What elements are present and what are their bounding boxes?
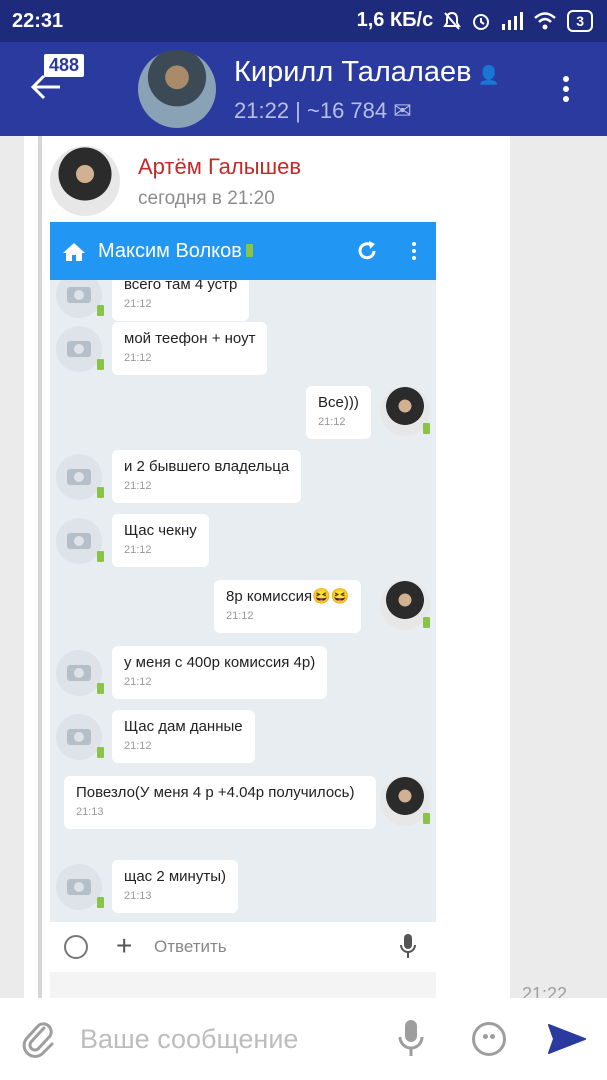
user-avatar <box>380 386 430 436</box>
screenshot-header: Максим Волков <box>50 222 436 280</box>
message-bubble: щас 2 минуты) 21:13 <box>112 860 238 913</box>
alarm-icon <box>473 13 490 30</box>
microphone-icon[interactable] <box>398 1020 424 1058</box>
mute-icon <box>443 11 462 30</box>
screenshot-menu-icon <box>412 242 416 263</box>
sender-time: сегодня в 21:20 <box>138 188 275 209</box>
message-bubble: и 2 бывшего владельца 21:12 <box>112 450 302 503</box>
microphone-icon <box>400 934 416 958</box>
send-icon[interactable] <box>548 1024 586 1054</box>
message-bubble: всего там 4 устр 21:12 <box>112 280 250 321</box>
message-composer: Ваше сообщение <box>0 998 607 1080</box>
screenshot-message-list: всего там 4 устр 21:12 мой теефон + ноут 2… <box>50 280 436 922</box>
camera-avatar-icon <box>56 650 104 696</box>
wifi-icon <box>534 11 557 29</box>
user-avatar <box>380 776 430 826</box>
camera-avatar-icon <box>56 518 104 564</box>
sender-name[interactable]: Артём Галышев <box>138 154 301 180</box>
message-bubble: Щас дам данные 21:12 <box>112 710 255 763</box>
camera-avatar-icon <box>56 326 104 372</box>
message-bubble: у меня с 400р комиссия 4р) 21:12 <box>112 646 328 699</box>
screenshot-nav-bar <box>50 972 436 998</box>
status-bar: 22:31 1,6 КБ/с 3 <box>0 0 607 42</box>
network-speed: 1,6 КБ/с <box>356 9 434 31</box>
sender-avatar[interactable] <box>50 146 120 216</box>
emoji-icon <box>64 935 88 959</box>
camera-avatar-icon <box>56 280 104 318</box>
camera-avatar-icon <box>56 454 104 500</box>
signal-icon <box>502 11 524 30</box>
message-bubble-own: Повезло(У меня 4 р +4.04р получилось) 21:… <box>64 776 376 829</box>
camera-avatar-icon <box>56 714 104 760</box>
overflow-menu-icon[interactable] <box>563 76 569 106</box>
contact-avatar[interactable] <box>138 50 216 128</box>
message-bubble-own: Все))) 21:12 <box>306 386 371 439</box>
message-input[interactable]: Ваше сообщение <box>80 1024 298 1055</box>
screenshot-reply-placeholder: Ответить <box>154 937 227 956</box>
battery-indicator: 3 <box>567 9 593 32</box>
user-avatar <box>380 580 430 630</box>
chat-title[interactable]: Кирилл Талалаев 👤 <box>234 56 500 89</box>
home-icon <box>63 243 85 261</box>
status-time: 22:31 <box>12 10 64 32</box>
message-bubble-own: 8р комиссия😆😆 21:12 <box>214 580 362 633</box>
person-icon: 👤 <box>477 65 500 85</box>
emoji-icon[interactable] <box>472 1022 506 1056</box>
screenshot-reply-bar: + Ответить <box>50 922 436 972</box>
forward-line <box>38 136 42 998</box>
message-bubble: мой теефон + ноут 21:12 <box>112 322 268 375</box>
attach-icon[interactable] <box>22 1020 56 1058</box>
status-icons: 1,6 КБ/с 3 <box>357 9 593 32</box>
unread-badge: 488 <box>44 54 85 77</box>
chat-subtitle: 21:22 | ~16 784 ✉ <box>234 98 412 123</box>
forwarded-message-card: Артём Галышев сегодня в 21:20 Максим Вол… <box>24 136 510 998</box>
plus-icon: + <box>116 930 133 961</box>
chat-title-text: Кирилл Талалаев <box>234 56 472 88</box>
screenshot-contact-name: Максим Волков <box>98 240 253 263</box>
online-mobile-icon <box>245 244 253 257</box>
app-bar: 488 Кирилл Талалаев 👤 21:22 | ~16 784 ✉ <box>0 42 607 136</box>
camera-avatar-icon <box>56 864 104 910</box>
message-bubble: Щас чекну 21:12 <box>112 514 209 567</box>
attached-screenshot[interactable]: Максим Волков всего там 4 устр 21:12 мой … <box>50 222 436 998</box>
refresh-icon <box>358 241 376 260</box>
